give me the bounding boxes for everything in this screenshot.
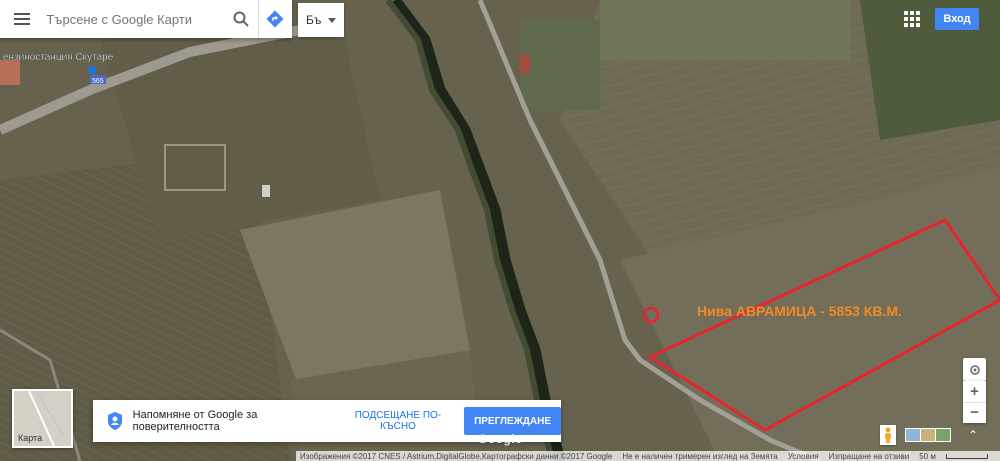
search-icon xyxy=(233,11,249,27)
search-button[interactable] xyxy=(224,0,257,38)
chevron-down-icon xyxy=(328,17,336,23)
tile[interactable] xyxy=(906,429,920,441)
minus-icon: − xyxy=(970,404,979,422)
satellite-map[interactable]: Нива АВРАМИЦА - 5853 КВ.М. ензиностанция… xyxy=(0,0,1000,461)
google-watermark: Google xyxy=(478,432,523,446)
review-button[interactable]: ПРЕГЛЕЖДАНЕ xyxy=(464,407,561,435)
search-box xyxy=(0,0,292,38)
building xyxy=(0,60,20,85)
greenhouses xyxy=(600,0,850,60)
search-input[interactable] xyxy=(44,3,225,35)
zoom-in-button[interactable]: + xyxy=(963,381,986,402)
scale-label: 50 м xyxy=(919,451,936,461)
expand-icon[interactable]: ⌃ xyxy=(966,427,980,443)
map-footer: Изображения ©2017 CNES / Astrium,Digital… xyxy=(296,451,1000,461)
gas-station-icon xyxy=(88,66,96,74)
imagery-credits: Изображения ©2017 CNES / Astrium,Digital… xyxy=(300,451,613,461)
language-select[interactable]: Бъ xyxy=(298,3,344,37)
scale-bar xyxy=(945,453,988,459)
building xyxy=(262,185,270,197)
terms-link[interactable]: Условия xyxy=(788,452,819,461)
zoom-out-button[interactable]: − xyxy=(963,401,986,424)
map-type-toggle[interactable]: Карта xyxy=(12,389,73,448)
no-3d-notice: Не е наличен тримерен изглед на Земята xyxy=(622,451,778,461)
road-number: 565 xyxy=(92,78,104,85)
my-location-icon xyxy=(969,364,980,375)
remind-later-button[interactable]: ПОДСЕЩАНЕ ПО-КЪСНО xyxy=(338,410,458,432)
pegman-icon[interactable] xyxy=(880,425,896,445)
zoom-control: + − xyxy=(963,381,986,423)
signin-button[interactable]: Вход xyxy=(935,8,979,30)
my-location-button[interactable] xyxy=(963,358,986,381)
tile[interactable] xyxy=(936,429,950,441)
language-label: Бъ xyxy=(306,13,322,27)
building xyxy=(520,55,530,73)
apps-icon[interactable] xyxy=(904,11,920,27)
greenhouses xyxy=(520,20,600,110)
place-label: ензиностанция Скутаре xyxy=(3,52,114,63)
imagery-tiles[interactable] xyxy=(905,428,951,442)
directions-button[interactable] xyxy=(257,0,292,38)
plot-annotation: Нива АВРАМИЦА - 5853 КВ.М. xyxy=(697,303,902,319)
menu-icon[interactable] xyxy=(0,0,44,38)
minimap-label: Карта xyxy=(18,433,43,443)
privacy-message: Напомняне от Google за поверителността xyxy=(132,409,258,433)
privacy-shield-icon xyxy=(103,411,127,431)
feedback-link[interactable]: Изпращане на отзиви xyxy=(829,452,910,461)
directions-icon xyxy=(266,10,284,28)
tile[interactable] xyxy=(921,429,935,441)
plus-icon: + xyxy=(970,382,979,400)
field xyxy=(860,0,1000,140)
